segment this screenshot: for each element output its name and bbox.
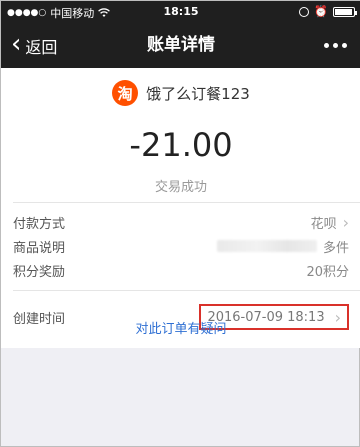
bill-detail-card: 淘 饿了么订餐123 -21.00 交易成功 付款方式 花呗 › 商品说明 多件… [1, 68, 360, 348]
orientation-lock-icon [299, 6, 310, 17]
trade-status: 交易成功 [154, 180, 207, 195]
battery-fill [335, 8, 352, 15]
amount: -21.00 [129, 126, 233, 164]
alarm-icon: ⏰ [314, 5, 328, 18]
merchant-header: 淘 饿了么订餐123 [1, 80, 360, 106]
divider [13, 202, 360, 203]
more-dot [342, 43, 347, 48]
status-right: ⏰ [299, 5, 357, 18]
nav-bar: ‹ 返回 账单详情 [1, 23, 360, 68]
points-reward-label: 积分奖励 [13, 264, 66, 280]
order-question-link[interactable]: 对此订单有疑问 [1, 318, 360, 337]
product-desc-text: 多件 [322, 240, 349, 256]
blurred-product-text [216, 240, 317, 252]
points-reward-value: 20积分 [306, 264, 349, 280]
chevron-right-icon: › [342, 212, 349, 232]
payment-method-row[interactable]: 付款方式 花呗 › [13, 210, 349, 234]
status-bar: ●●●●○ 中国移动 18:15 ⏰ [1, 1, 360, 23]
page-title: 账单详情 [147, 35, 215, 55]
product-desc-label: 商品说明 [13, 240, 66, 256]
more-dots-icon[interactable] [324, 23, 347, 68]
more-dot [324, 43, 329, 48]
battery-icon [333, 6, 357, 17]
payment-method-text: 花呗 [310, 216, 337, 232]
payment-method-value: 花呗 › [311, 213, 349, 232]
points-reward-row: 积分奖励 20积分 [13, 258, 349, 282]
more-dot [333, 43, 338, 48]
divider [13, 290, 360, 291]
merchant-name: 饿了么订餐123 [146, 84, 250, 103]
taobao-logo-icon: 淘 [112, 80, 139, 106]
payment-method-label: 付款方式 [13, 216, 66, 232]
product-desc-value: 多件 [216, 237, 349, 256]
product-desc-row: 商品说明 多件 [13, 234, 349, 258]
screen-frame: ●●●●○ 中国移动 18:15 ⏰ ‹ 返回 账单详情 淘 饿了么订餐123 … [0, 0, 360, 447]
